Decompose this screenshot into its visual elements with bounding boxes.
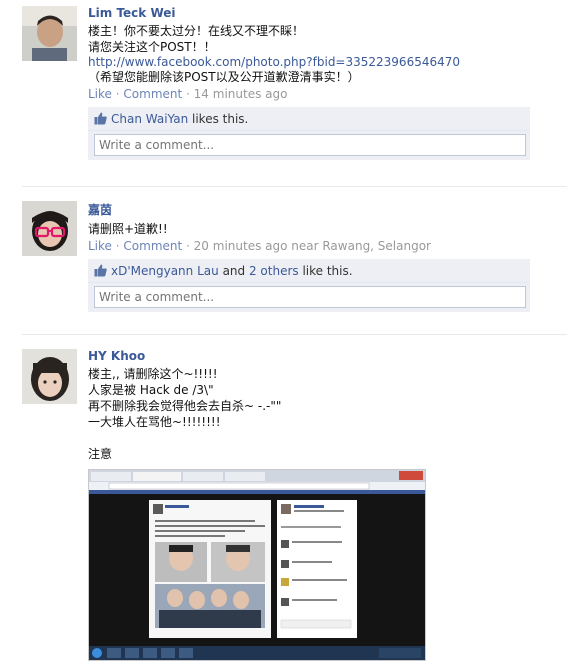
post-text-line: 再不删除我会觉得他会去自杀~ -.-"" xyxy=(88,399,282,413)
likes-joiner: and xyxy=(222,264,246,278)
avatar[interactable] xyxy=(22,349,77,404)
comment-input[interactable] xyxy=(94,134,526,156)
comment-box xyxy=(88,130,530,160)
post-text-line: 楼主！你不要太过分！在线又不理不睬！ xyxy=(88,24,305,38)
like-link[interactable]: Like xyxy=(88,239,112,253)
post-meta: Like · Comment · 14 minutes ago xyxy=(88,87,288,101)
timestamp[interactable]: 20 minutes ago near Rawang, Selangor xyxy=(194,239,431,253)
likes-summary: xD'Mengyann Lau and 2 others like this. xyxy=(88,259,530,282)
liker-name[interactable]: Chan WaiYan xyxy=(111,112,188,126)
avatar[interactable] xyxy=(22,6,77,61)
post-link[interactable]: http://www.facebook.com/photo.php?fbid=3… xyxy=(88,55,528,69)
thumbs-up-icon xyxy=(94,264,107,277)
like-link[interactable]: Like xyxy=(88,87,112,101)
post-text-line: 请您关注这个POST！！ xyxy=(88,40,216,54)
timestamp[interactable]: 14 minutes ago xyxy=(194,87,288,101)
post-author[interactable]: 嘉茵 xyxy=(88,201,528,218)
post-text-line: 注意 xyxy=(88,447,113,461)
photo-screenshot-image xyxy=(89,470,425,660)
thumbs-up-icon xyxy=(94,112,107,125)
others-link[interactable]: 2 others xyxy=(249,264,299,278)
post-text-line: 一大堆人在骂他~!!!!!!!! xyxy=(88,415,221,429)
post-text-line: 请删照+道歉!! xyxy=(88,222,168,236)
post-author[interactable]: Lim Teck Wei xyxy=(88,6,528,20)
comment-link[interactable]: Comment xyxy=(123,87,182,101)
likes-suffix: like this. xyxy=(302,264,353,278)
divider xyxy=(22,334,567,335)
post-text-line xyxy=(88,430,528,446)
attached-photo[interactable] xyxy=(88,469,426,661)
post-text-line: 人家是被 Hack de /3\" xyxy=(88,383,214,397)
likes-suffix: likes this. xyxy=(192,112,249,126)
post-text-line: 楼主,, 请删除这个~!!!!! xyxy=(88,367,218,381)
post-text-line: （希望您能删除该POST以及公开道歉澄清事实！） xyxy=(88,70,360,84)
comment-box xyxy=(88,282,530,312)
likes-summary: Chan WaiYan likes this. xyxy=(88,107,530,130)
liker-name[interactable]: xD'Mengyann Lau xyxy=(111,264,219,278)
post-author[interactable]: HY Khoo xyxy=(88,349,528,363)
divider xyxy=(22,186,567,187)
avatar[interactable] xyxy=(22,201,77,256)
comment-link[interactable]: Comment xyxy=(123,239,182,253)
comment-input[interactable] xyxy=(94,286,526,308)
post-meta: Like · Comment · 20 minutes ago near Raw… xyxy=(88,239,431,253)
